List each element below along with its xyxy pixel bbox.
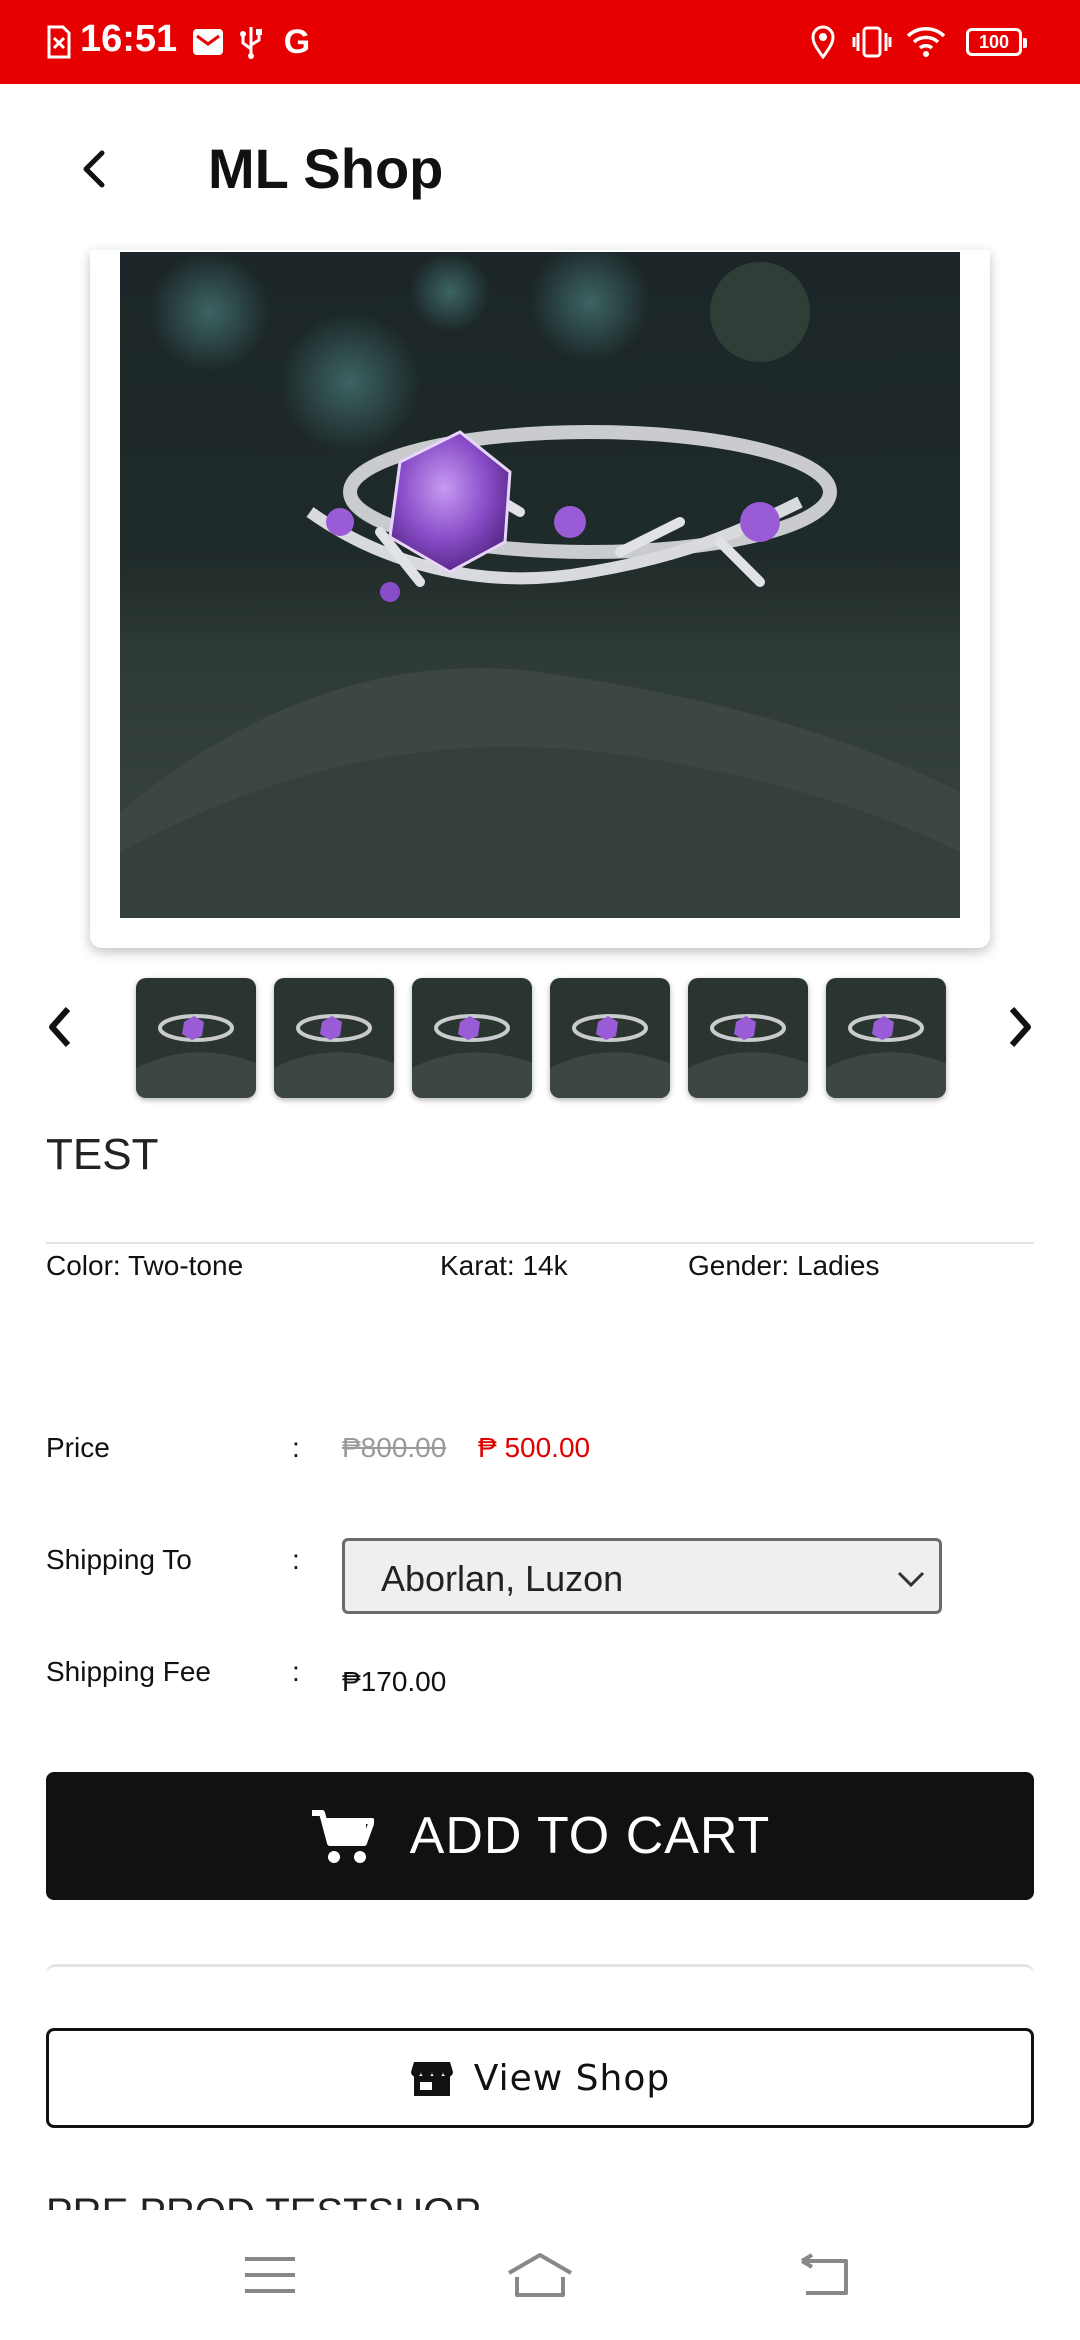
shipping-fee-value: ₱170.00 xyxy=(342,1666,447,1697)
back-nav-button[interactable] xyxy=(784,2240,864,2310)
usb-icon xyxy=(236,20,266,64)
shop-card-edge xyxy=(46,1964,1034,1976)
back-button[interactable] xyxy=(60,134,130,204)
product-name: TEST xyxy=(46,1130,159,1179)
home-nav-button[interactable] xyxy=(500,2240,580,2310)
shipping-fee-colon: : xyxy=(292,1656,300,1687)
chevron-right-icon xyxy=(1009,1007,1031,1047)
price-label: Price xyxy=(46,1432,110,1463)
shipping-fee-label: Shipping Fee xyxy=(46,1656,212,1687)
divider xyxy=(46,1242,1034,1244)
sale-price: ₱ 500.00 xyxy=(478,1432,591,1463)
product-thumbnail[interactable] xyxy=(826,978,946,1098)
product-thumbnail[interactable] xyxy=(136,978,256,1098)
mail-icon xyxy=(190,20,226,64)
sim-error-icon xyxy=(44,20,74,64)
system-nav-bar xyxy=(0,2210,1080,2340)
shipping-to-colon: : xyxy=(292,1544,300,1575)
menu-icon xyxy=(245,2257,295,2293)
store-icon xyxy=(410,2062,453,2096)
product-karat: Karat: 14k xyxy=(440,1250,568,1281)
home-icon xyxy=(507,2253,573,2297)
menu-nav-button[interactable] xyxy=(230,2240,310,2310)
vibrate-icon xyxy=(852,20,892,64)
wifi-icon xyxy=(906,20,946,64)
shipping-location-value: Aborlan, Luzon xyxy=(381,1558,624,1599)
status-time: 16:51 xyxy=(80,18,178,60)
location-icon xyxy=(808,20,838,64)
product-main-image[interactable] xyxy=(120,252,960,918)
page-title: ML Shop xyxy=(208,137,444,200)
product-thumbnail[interactable] xyxy=(550,978,670,1098)
product-color: Color: Two-tone xyxy=(46,1250,244,1281)
status-bar: 16:51 G 100 xyxy=(0,0,1080,84)
product-thumbnail[interactable] xyxy=(688,978,808,1098)
add-to-cart-button[interactable]: ADD TO CART xyxy=(46,1772,1034,1900)
app-bar: ML Shop xyxy=(0,84,1080,252)
thumbnail-next-button[interactable] xyxy=(990,994,1050,1060)
price-colon: : xyxy=(292,1432,300,1463)
battery-icon: 100 xyxy=(966,28,1027,56)
shipping-to-label: Shipping To xyxy=(46,1544,192,1575)
cart-icon xyxy=(311,1810,374,1863)
view-shop-label: View Shop xyxy=(473,2057,671,2099)
chevron-down-icon xyxy=(893,1561,929,1597)
thumbnail-prev-button[interactable] xyxy=(30,994,90,1060)
product-thumbnail[interactable] xyxy=(274,978,394,1098)
product-thumbnail[interactable] xyxy=(412,978,532,1098)
chevron-left-icon xyxy=(49,1007,71,1047)
google-icon: G xyxy=(283,22,311,61)
return-icon xyxy=(800,2253,848,2295)
view-shop-button[interactable]: View Shop xyxy=(46,2028,1034,2128)
back-arrow-icon xyxy=(83,150,105,188)
product-gender: Gender: Ladies xyxy=(688,1250,880,1281)
shipping-location-select[interactable]: Aborlan, Luzon xyxy=(342,1538,942,1614)
original-price: ₱800.00 xyxy=(342,1432,447,1463)
add-to-cart-label: ADD TO CART xyxy=(409,1807,771,1865)
product-image-card xyxy=(90,250,990,948)
